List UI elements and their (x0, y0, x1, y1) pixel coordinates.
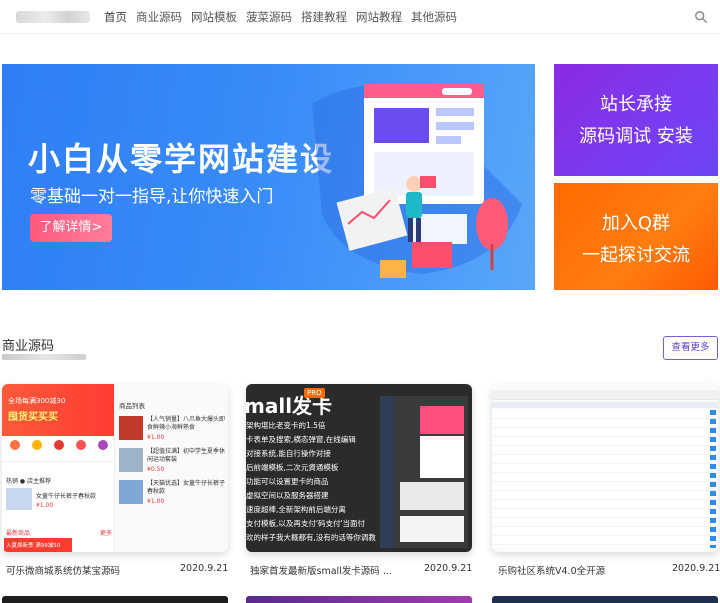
next-row-card-1[interactable] (2, 596, 228, 603)
feature-line-5: 功能可以设置更卡的商品 (246, 477, 329, 486)
latest-promo-banner: 入夏焕新季 满99减50 (4, 538, 72, 552)
product-card-3[interactable] (492, 384, 718, 552)
feature-line-1: 架构堪比老变卡的1.5倍 (246, 421, 326, 430)
nav-item-setup-tutorials[interactable]: 搭建教程 (301, 9, 347, 25)
feature-line-2: 卡表单及搜索,横态弹窗,在线编辑 (246, 435, 356, 444)
screenshot-preview (380, 396, 468, 548)
hot-item-title: 女童牛仔长裤子春秋款 (36, 493, 97, 500)
latest-promo-text: 入夏焕新季 满99减50 (6, 543, 61, 549)
product-list-panel: 商品列表 【人气销量】八爪鱼大爆头即食鲜辣小海鲜熟食 ¥1.00 【超值拉满】初… (114, 384, 228, 552)
product-card-1[interactable]: 全场每满300减30 囤货买买买 热销 ● 店主推荐 女童牛仔长裤子春秋款 ¥1… (2, 384, 228, 552)
latest-more-link: 更多 (100, 530, 113, 537)
hero-title: 小白从零学网站建设 (28, 140, 335, 178)
card-2-date: 2020.9.21 (424, 563, 473, 574)
section-title: 商业源码 (2, 339, 55, 354)
card-1-date: 2020.9.21 (180, 563, 229, 574)
feature-line-8: 支付模板,以及再支付'码支付'当面付 (246, 519, 366, 528)
hot-sale-label: 热销 ● 店主推荐 (6, 478, 52, 485)
join-qq-group-banner[interactable]: 加入Q群 一起探讨交流 (554, 183, 718, 290)
hot-item-price: ¥1.00 (36, 502, 54, 509)
nav-item-site-tutorials[interactable]: 网站教程 (356, 9, 402, 25)
list-item-2-title: 【超值拉满】初中学生夏季休闲运动套装 (147, 448, 226, 463)
view-more-button[interactable]: 查看更多 (663, 336, 718, 360)
feature-line-4: 后前端模板,二次元資通模板 (246, 463, 339, 472)
list-item-1-title: 【人气销量】八爪鱼大爆头即食鲜辣小海鲜熟食 (147, 416, 226, 431)
list-item-3-price: ¥1.00 (147, 498, 165, 505)
nav-item-other-source[interactable]: 其他源码 (411, 9, 457, 25)
feature-line-7: 速度超棒,全新架构前后端分离 (246, 505, 346, 514)
nav-item-site-templates[interactable]: 网站模板 (191, 9, 237, 25)
search-icon[interactable] (694, 10, 708, 24)
pro-badge: PRO (304, 388, 325, 398)
nav-item-business-source[interactable]: 商业源码 (136, 9, 182, 25)
list-item-3-title: 【天猫优选】女童牛仔长裤子春秋款 (147, 480, 226, 495)
card-3-date: 2020.9.21 (672, 563, 720, 574)
list-item-2-price: ¥0.50 (147, 466, 165, 473)
nav-item-bocai-source[interactable]: 菠菜源码 (246, 9, 292, 25)
promo-line2: 囤货买买买 (8, 412, 58, 423)
section-subtitle-placeholder (2, 354, 86, 360)
hero-banner[interactable]: 小白从零学网站建设 零基础一对一指导,让你快速入门 了解详情> (2, 64, 535, 290)
side-banner-2-line1: 加入Q群 (601, 213, 671, 234)
feature-line-3: 对接系统,能自行操作对接 (246, 449, 331, 458)
card-3-title[interactable]: 乐购社区系统V4.0全开源 (498, 563, 605, 577)
product-list-title: 商品列表 (119, 402, 145, 410)
category-icons (2, 436, 114, 462)
card-1-title[interactable]: 可乐微商城系统仿某宝源码 (6, 563, 120, 577)
card-2-title[interactable]: 独家首发最新版small发卡源码 ... (250, 563, 392, 577)
hero-subtitle: 零基础一对一指导,让你快速入门 (30, 187, 274, 207)
feature-line-9: 欢的样子我大概都有,没有的话等你调教 (246, 533, 376, 542)
site-building-service-banner[interactable]: 站长承接 源码调试 安装 (554, 64, 718, 176)
list-item-1-price: ¥1.00 (147, 434, 165, 441)
learn-more-button[interactable]: 了解详情> (30, 214, 112, 242)
side-banner-2-line2: 一起探讨交流 (582, 245, 690, 266)
site-logo[interactable] (16, 11, 90, 23)
side-banner-1-line2: 源码调试 安装 (579, 126, 693, 147)
product-card-2[interactable]: mall发卡 PRO 架构堪比老变卡的1.5倍 卡表单及搜索,横态弹窗,在线编辑… (246, 384, 472, 552)
nav-item-home[interactable]: 首页 (104, 9, 127, 25)
promo-header: 全场每满300减30 囤货买买买 (2, 384, 114, 436)
admin-table-header (492, 402, 718, 408)
side-banner-1-line1: 站长承接 (600, 94, 672, 115)
main-nav: 首页 商业源码 网站模板 菠菜源码 搭建教程 网站教程 其他源码 (104, 9, 457, 25)
latest-label: 最新商品 (6, 530, 31, 537)
admin-toolbar (492, 390, 718, 400)
web-design-illustration (312, 84, 522, 278)
admin-table-rows (492, 410, 718, 548)
promo-line1: 全场每满300减30 (8, 397, 66, 405)
feature-line-6: 虚拟空间以及服务器搭建 (246, 491, 329, 500)
next-row-card-3[interactable] (492, 596, 718, 603)
action-buttons-column (710, 410, 716, 548)
top-navbar: 首页 商业源码 网站模板 菠菜源码 搭建教程 网站教程 其他源码 (0, 0, 720, 34)
hot-item-thumb (6, 488, 32, 510)
next-row-card-2[interactable] (246, 596, 472, 603)
